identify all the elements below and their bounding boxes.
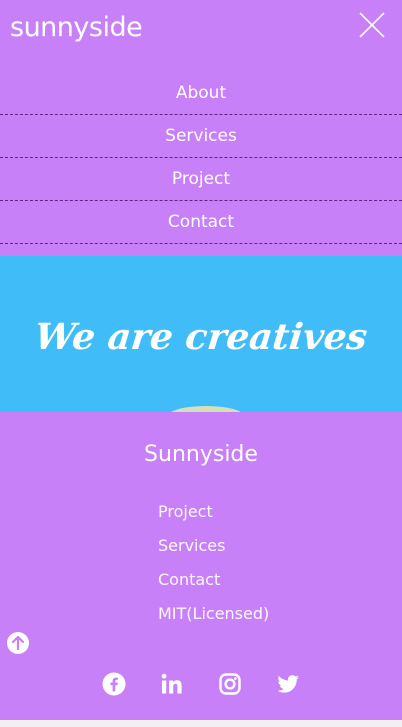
footer-link-contact[interactable]: Contact xyxy=(158,570,269,604)
page: sunnyside About Services Project Contact… xyxy=(0,0,402,727)
page-bottom-edge xyxy=(0,720,402,727)
footer-link-license[interactable]: MIT(Licensed) xyxy=(158,604,269,638)
hero-section: We are creatives xyxy=(0,256,402,412)
nav-item-services[interactable]: Services xyxy=(0,115,402,158)
twitter-icon xyxy=(277,675,299,693)
scroll-to-top-button[interactable] xyxy=(6,631,30,655)
nav-item-contact[interactable]: Contact xyxy=(0,201,402,244)
linkedin-icon xyxy=(161,673,182,694)
close-icon xyxy=(359,12,385,38)
facebook-icon xyxy=(102,672,126,696)
nav-item-label: About xyxy=(175,83,227,103)
header: sunnyside About Services Project Contact xyxy=(0,0,402,258)
instagram-icon xyxy=(219,673,241,695)
footer-brand: Sunnyside xyxy=(144,442,258,467)
logo[interactable]: sunnyside xyxy=(10,12,143,43)
hero-title: We are creatives xyxy=(32,316,370,358)
instagram-link[interactable] xyxy=(218,672,242,696)
footer-links: Project Services Contact MIT(Licensed) xyxy=(158,502,269,638)
footer-link-services[interactable]: Services xyxy=(158,536,269,570)
social-links xyxy=(0,672,402,696)
main-nav: About Services Project Contact xyxy=(0,72,402,244)
nav-item-label: Project xyxy=(171,169,231,189)
nav-item-project[interactable]: Project xyxy=(0,158,402,201)
twitter-link[interactable] xyxy=(276,672,300,696)
nav-item-label: Contact xyxy=(167,212,235,232)
footer: Sunnyside Project Services Contact MIT(L… xyxy=(0,412,402,720)
nav-item-label: Services xyxy=(165,126,237,146)
facebook-link[interactable] xyxy=(102,672,126,696)
footer-link-project[interactable]: Project xyxy=(158,502,269,536)
linkedin-link[interactable] xyxy=(160,672,184,696)
arrow-up-circle-icon xyxy=(7,632,29,654)
nav-item-about[interactable]: About xyxy=(0,72,402,115)
close-menu-button[interactable] xyxy=(358,11,386,39)
